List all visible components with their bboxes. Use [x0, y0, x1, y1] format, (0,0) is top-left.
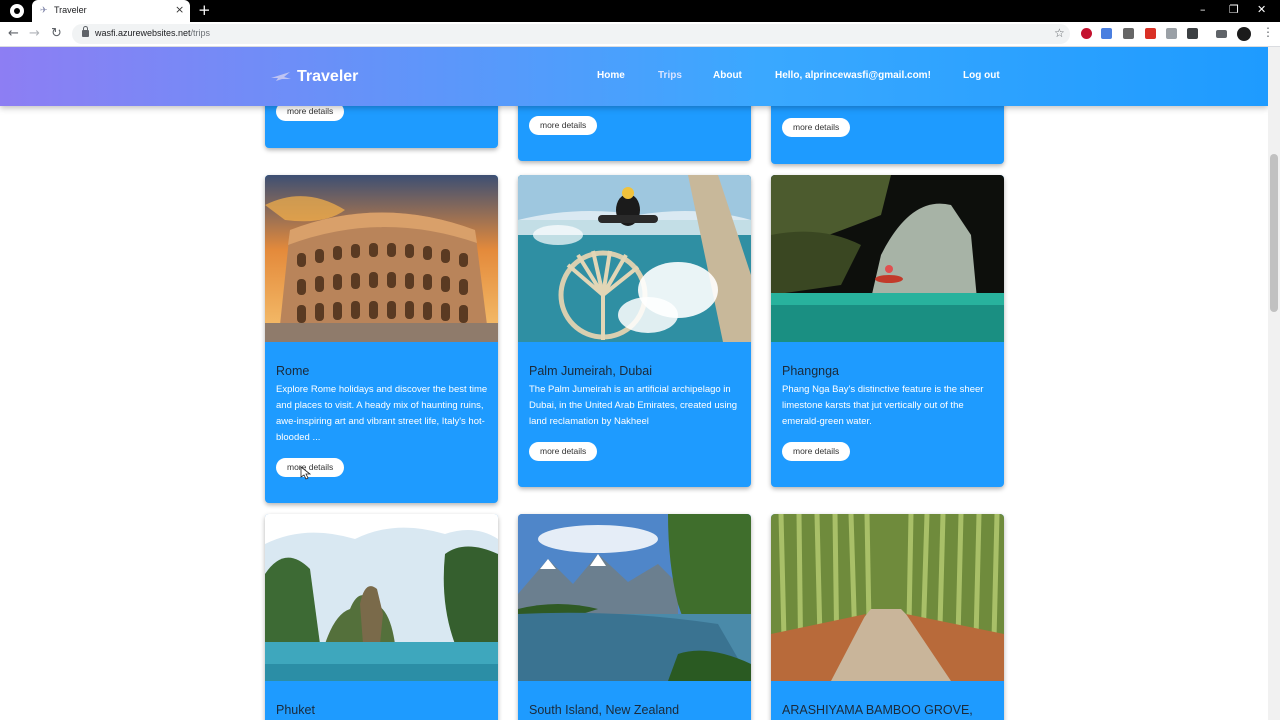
trip-card-new-zealand: South Island, New Zealand	[518, 514, 751, 720]
trip-card-rome: Rome Explore Rome holidays and discover …	[265, 175, 498, 503]
browser-tab-strip: ✈ Traveler × + – ❐ ✕	[0, 0, 1280, 22]
red-extension-icon[interactable]	[1145, 28, 1156, 39]
page-scrollbar[interactable]	[1268, 47, 1280, 720]
ublock-extension-icon[interactable]	[1081, 28, 1092, 39]
bookmark-star-icon[interactable]: ☆	[1054, 26, 1065, 40]
media-icon[interactable]	[1216, 30, 1227, 38]
more-details-button[interactable]: more details	[782, 442, 851, 461]
nav-user-greeting[interactable]: Hello, alprincewasfi@gmail.com!	[775, 70, 931, 81]
site-navbar: Traveler Home Trips About Hello, alprinc…	[0, 47, 1268, 106]
bamboo-image-art	[771, 514, 1004, 681]
nav-trips-link[interactable]: Trips	[658, 70, 682, 81]
trip-card-phangnga: Phangnga Phang Nga Bay's distinctive fea…	[771, 175, 1004, 487]
nav-home-link[interactable]: Home	[597, 70, 625, 81]
browser-menu-icon[interactable]: ⋮	[1262, 25, 1274, 39]
restore-icon[interactable]: ❐	[1229, 3, 1239, 16]
minimize-icon[interactable]: –	[1200, 3, 1206, 16]
more-details-button[interactable]: more details	[529, 442, 598, 461]
phangnga-image-art	[771, 175, 1004, 342]
new-zealand-image-art	[518, 514, 751, 681]
profile-avatar[interactable]	[1237, 27, 1251, 41]
lock-icon	[82, 26, 89, 37]
url-host: wasfi.azurewebsites.net	[95, 28, 191, 38]
tab-title: Traveler	[54, 5, 87, 15]
phuket-image-art	[265, 514, 498, 681]
trip-title: Phuket	[276, 703, 315, 717]
trip-title: South Island, New Zealand	[529, 703, 680, 717]
trip-title: Phangnga	[782, 364, 840, 378]
palm-jumeirah-image	[518, 175, 751, 342]
trip-card-arashiyama: ARASHIYAMA BAMBOO GROVE,	[771, 514, 1004, 720]
rome-image-art	[265, 175, 498, 342]
more-details-button[interactable]: more details	[529, 116, 598, 135]
bamboo-grove-image	[771, 514, 1004, 681]
back-icon[interactable]: ←	[8, 26, 19, 41]
more-details-button[interactable]: more details	[782, 118, 851, 137]
nav-logout-link[interactable]: Log out	[963, 70, 1000, 81]
dark-extension-icon[interactable]	[1187, 28, 1198, 39]
phangnga-image	[771, 175, 1004, 342]
mouse-pointer-icon	[300, 466, 311, 480]
brand-name: Traveler	[297, 68, 359, 85]
close-tab-icon[interactable]: ×	[175, 3, 184, 16]
rome-colosseum-image	[265, 175, 498, 342]
page-viewport: Traveler Home Trips About Hello, alprinc…	[0, 47, 1268, 720]
cast-extension-icon[interactable]	[1166, 28, 1177, 39]
translate-extension-icon[interactable]	[1101, 28, 1112, 39]
new-tab-button[interactable]: +	[198, 1, 211, 19]
trip-title: ARASHIYAMA BAMBOO GROVE,	[782, 703, 973, 717]
plane-extension-icon[interactable]	[1123, 28, 1134, 39]
phuket-image	[265, 514, 498, 681]
github-icon[interactable]	[10, 4, 24, 18]
trip-title: Palm Jumeirah, Dubai	[529, 364, 652, 378]
browser-tab[interactable]: ✈ Traveler ×	[32, 0, 190, 22]
trip-description: The Palm Jumeirah is an artificial archi…	[529, 384, 738, 427]
trip-description: Phang Nga Bay's distinctive feature is t…	[782, 384, 984, 427]
trip-card-dubai: Palm Jumeirah, Dubai The Palm Jumeirah i…	[518, 175, 751, 487]
scrollbar-thumb[interactable]	[1270, 154, 1278, 312]
close-window-icon[interactable]: ✕	[1257, 3, 1266, 16]
plane-icon	[271, 72, 291, 81]
url-text: wasfi.azurewebsites.net/trips	[95, 28, 210, 38]
address-bar[interactable]: wasfi.azurewebsites.net/trips ☆	[72, 24, 1070, 44]
nav-about-link[interactable]: About	[713, 70, 742, 81]
url-path: /trips	[190, 28, 211, 38]
reload-icon[interactable]: ↻	[51, 26, 62, 41]
new-zealand-image	[518, 514, 751, 681]
browser-toolbar: ← → ↻ wasfi.azurewebsites.net/trips ☆ ⋮	[0, 22, 1280, 47]
trip-title: Rome	[276, 364, 310, 378]
trip-description: Explore Rome holidays and discover the b…	[276, 384, 488, 443]
dubai-image-art	[518, 175, 751, 342]
trip-card-phuket: Phuket	[265, 514, 498, 720]
forward-icon[interactable]: →	[29, 26, 40, 41]
plane-icon: ✈	[40, 6, 48, 16]
